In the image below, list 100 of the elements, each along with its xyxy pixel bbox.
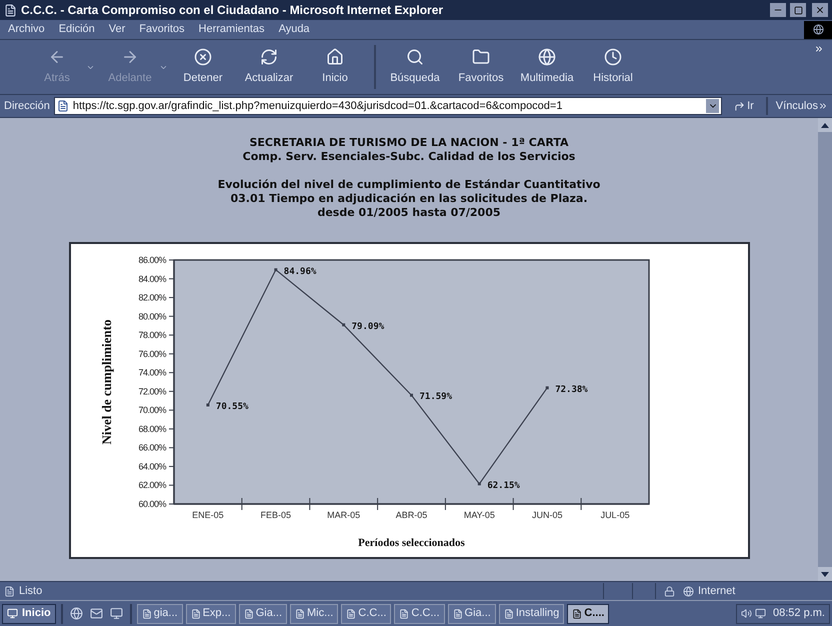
data-point: [206, 404, 209, 406]
taskbar-button[interactable]: gia...: [136, 604, 183, 624]
toolbar-button[interactable]: Actualizar: [236, 48, 302, 86]
browser-icon: [70, 607, 83, 620]
links-button[interactable]: Vínculos: [772, 98, 832, 114]
toolbar-button[interactable]: Multimedia: [514, 48, 580, 86]
x-tick-label: JUN-05: [531, 510, 562, 520]
start-button[interactable]: Inicio: [2, 604, 56, 624]
stop-icon: [194, 48, 212, 66]
network-icon: [755, 608, 766, 619]
y-tick-label: 76.00%: [138, 348, 166, 359]
window-icon: [399, 608, 410, 618]
taskbar-button[interactable]: Exp...: [186, 604, 236, 624]
taskbar-button[interactable]: C.C...: [394, 604, 445, 624]
chart-subtitle: 03.01 Tiempo en adjudicación en las solicitudes de Plaza.: [230, 192, 588, 206]
lock-icon: [664, 586, 675, 596]
toolbar-button[interactable]: Favoritos: [448, 48, 514, 86]
refresh-icon: [260, 48, 278, 66]
x-axis-title: Períodos seleccionados: [358, 537, 464, 549]
maximize-icon: [794, 6, 802, 14]
page-icon: [56, 100, 69, 112]
data-label: 84.96%: [283, 266, 316, 277]
vertical-scrollbar[interactable]: [818, 118, 832, 581]
toolbar-button[interactable]: Historial: [580, 48, 646, 86]
window-icon: [190, 608, 201, 618]
y-tick-label: 68.00%: [138, 424, 166, 434]
window-icon: [244, 608, 254, 618]
address-label: Dirección: [4, 98, 50, 114]
y-tick-label: 70.00%: [138, 405, 166, 416]
window-icon: [452, 608, 463, 618]
window-icon: [346, 608, 356, 618]
taskbar-button[interactable]: Installing: [498, 604, 564, 624]
data-label: 72.38%: [554, 384, 588, 395]
window-icon: [504, 608, 514, 618]
menu-item[interactable]: Ayuda: [278, 21, 310, 38]
search-icon: [406, 48, 424, 66]
go-button[interactable]: Ir: [726, 98, 762, 114]
taskbar-button[interactable]: Gia...: [238, 604, 288, 624]
x-tick-label: MAY-05: [463, 510, 494, 520]
y-tick-label: 86.00%: [138, 255, 166, 265]
clock-icon: [604, 48, 622, 66]
window-icon: [572, 608, 582, 618]
window-icon: [142, 608, 152, 618]
y-tick-label: 60.00%: [138, 499, 166, 509]
taskbar-button[interactable]: Mic...: [290, 604, 338, 624]
x-tick-label: ABR-05: [395, 510, 427, 520]
chart-subtitle: Evolución del nivel de cumplimiento de Estándar Cuantitativo: [218, 178, 600, 192]
data-label: 70.55%: [215, 402, 248, 412]
desktop-icon: [110, 607, 123, 620]
data-point: [410, 394, 412, 397]
speaker-icon: [741, 608, 752, 619]
page-icon: [4, 586, 15, 596]
window-title: C.C.C. - Carta Compromiso con el Ciudadano - Microsoft Internet Explorer: [21, 2, 444, 19]
page-heading: SECRETARIA DE TURISMO DE LA NACION - 1ª CARTA: [250, 136, 568, 150]
y-tick-label: 84.00%: [138, 274, 166, 284]
taskbar-button[interactable]: Gia...: [448, 604, 496, 624]
data-point: [342, 323, 345, 326]
chart-subtitle: desde 01/2005 hasta 07/2005: [317, 206, 501, 220]
maximize-button[interactable]: [790, 3, 806, 17]
more-chevron-icon: [814, 44, 824, 54]
go-arrow-icon: [734, 100, 746, 112]
y-tick-label: 62.00%: [138, 480, 166, 490]
mail-icon: [90, 607, 103, 620]
minimize-button[interactable]: [770, 3, 786, 17]
taskbar-button[interactable]: C....: [567, 604, 610, 624]
ie-logo-icon: [804, 20, 832, 38]
menu-item[interactable]: Ver: [108, 21, 126, 38]
menu-item[interactable]: Archivo: [8, 21, 45, 38]
x-tick-label: ENE-05: [192, 510, 224, 520]
clock-text: 08:52 p.m.: [773, 606, 825, 622]
data-point: [274, 268, 277, 272]
toolbar-button[interactable]: Inicio: [302, 48, 368, 86]
data-label: 79.09%: [351, 322, 384, 332]
y-tick-label: 72.00%: [138, 386, 166, 396]
close-button[interactable]: [812, 3, 828, 17]
toolbar-button[interactable]: Detener: [170, 48, 236, 86]
y-axis-title: Nivel de cumplimiento: [98, 320, 114, 444]
data-label: 71.59%: [419, 392, 452, 402]
y-tick-label: 80.00%: [138, 311, 166, 322]
ie-page-icon: [4, 4, 17, 16]
x-tick-label: MAR-05: [326, 510, 360, 520]
menu-item[interactable]: Herramientas: [198, 21, 265, 38]
data-point: [545, 386, 548, 390]
status-text: Listo: [19, 584, 42, 599]
close-icon: [815, 5, 825, 15]
data-point: [477, 482, 480, 486]
window-icon: [295, 608, 306, 618]
taskbar-button[interactable]: C.C...: [341, 604, 392, 624]
x-tick-label: FEB-05: [260, 510, 291, 520]
y-tick-label: 82.00%: [138, 292, 166, 303]
y-tick-label: 74.00%: [138, 368, 166, 378]
y-tick-label: 66.00%: [138, 442, 166, 453]
folder-icon: [472, 48, 490, 66]
toolbar-button[interactable]: Búsqueda: [382, 48, 448, 86]
page-heading: Comp. Serv. Esenciales-Subc. Calidad de los Servicios: [242, 150, 576, 164]
home-icon: [326, 48, 344, 66]
menu-item[interactable]: Favoritos: [139, 21, 185, 38]
more-chevron-icon: [818, 101, 828, 111]
address-field[interactable]: https://tc.sgp.gov.ar/grafindic_list.php?menuizquierdo=430&jurisdcod=01.&cartacod=6&compocod=1: [54, 97, 722, 115]
menu-item[interactable]: Edición: [58, 21, 95, 38]
